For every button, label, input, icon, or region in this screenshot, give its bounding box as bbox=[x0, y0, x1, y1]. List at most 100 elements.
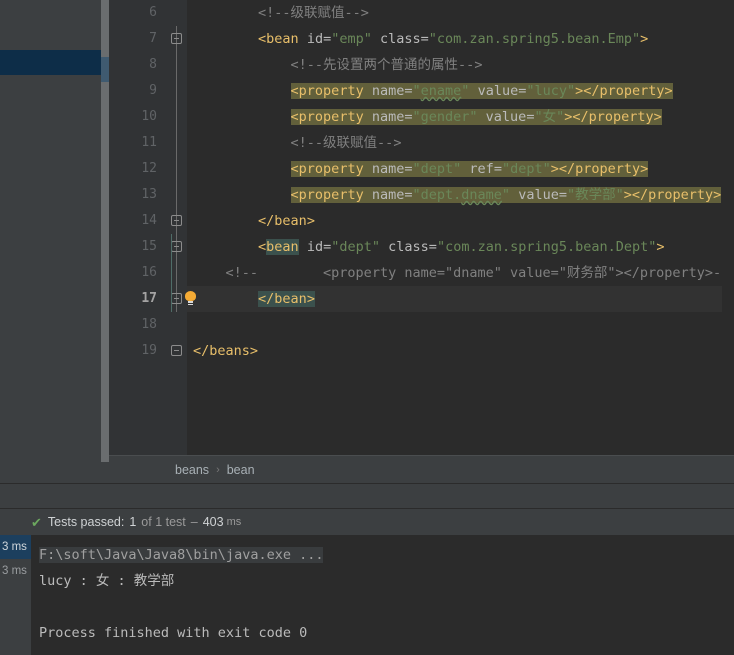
code-line[interactable]: <property name="dept" ref="dept"></prope… bbox=[187, 156, 734, 182]
project-row[interactable] bbox=[0, 0, 101, 25]
code-line[interactable]: </bean> bbox=[171, 286, 734, 312]
console-command-text: F:\soft\Java\Java8\bin\java.exe ... bbox=[39, 547, 324, 563]
fold-region-line bbox=[176, 52, 177, 78]
line-number[interactable]: 11 bbox=[109, 130, 165, 156]
tests-passed-count: 1 bbox=[129, 515, 137, 529]
test-timing-column[interactable]: 3 ms 3 ms bbox=[0, 535, 31, 655]
check-icon: ✔ bbox=[31, 514, 42, 530]
line-number[interactable]: 13 bbox=[109, 182, 165, 208]
fold-collapse-icon[interactable] bbox=[171, 241, 182, 252]
project-row[interactable] bbox=[0, 75, 101, 100]
line-number[interactable]: 12 bbox=[109, 156, 165, 182]
project-scrollbar[interactable] bbox=[101, 0, 109, 462]
line-number[interactable]: 16 bbox=[109, 260, 165, 286]
fold-collapse-icon[interactable] bbox=[171, 33, 182, 44]
property-highlight: <property name="dept.dname" value="教学部">… bbox=[290, 187, 722, 203]
fold-gutter-cell[interactable] bbox=[165, 234, 187, 260]
tests-duration-value: 403 bbox=[202, 515, 224, 529]
line-number-label: 17 bbox=[141, 291, 157, 306]
line-number[interactable]: 14 bbox=[109, 208, 165, 234]
fold-end-icon[interactable] bbox=[171, 215, 182, 226]
fold-region-line bbox=[176, 78, 177, 104]
test-timing-cell[interactable]: 3 ms bbox=[0, 535, 31, 559]
line-number-label: 18 bbox=[141, 317, 157, 332]
code-line[interactable]: <!--级联赋值--> bbox=[187, 0, 734, 26]
code-editor[interactable]: 6 7 8 9 10 11 12 13 14 15 16 17 18 19 <!--级联赋值--> <be… bbox=[109, 0, 734, 455]
matched-tag-highlight: </bean> bbox=[258, 291, 315, 307]
fold-region-line bbox=[176, 182, 177, 208]
fold-gutter-cell[interactable] bbox=[165, 26, 187, 52]
fold-gutter-cell[interactable] bbox=[165, 104, 187, 130]
console-output[interactable]: F:\soft\Java\Java8\bin\java.exe ... lucy … bbox=[31, 535, 734, 655]
line-number[interactable]: 19 bbox=[109, 338, 165, 364]
code-line[interactable]: <!--级联赋值--> bbox=[187, 130, 734, 156]
code-line[interactable]: <property name="gender" value="女"></prop… bbox=[187, 104, 734, 130]
project-row-selected[interactable] bbox=[0, 50, 101, 75]
console-output-line: lucy : 女 : 教学部 bbox=[39, 573, 175, 589]
fold-end-icon[interactable] bbox=[171, 345, 182, 356]
code-line[interactable]: </beans> bbox=[187, 338, 734, 364]
line-number-label: 12 bbox=[141, 161, 157, 176]
code-line[interactable]: <bean id="dept" class="com.zan.spring5.b… bbox=[171, 234, 734, 260]
code-line[interactable]: <bean id="emp" class="com.zan.spring5.be… bbox=[187, 26, 734, 52]
indent-guide bbox=[171, 286, 172, 312]
breadcrumb[interactable]: beans › bean bbox=[109, 455, 734, 483]
line-number-label: 10 bbox=[141, 109, 157, 124]
fold-gutter-cell[interactable] bbox=[165, 208, 187, 234]
divider bbox=[0, 483, 734, 484]
fold-region-line bbox=[176, 156, 177, 182]
project-row[interactable] bbox=[0, 100, 101, 125]
line-number-label: 7 bbox=[149, 31, 157, 46]
line-number-gutter[interactable]: 6 7 8 9 10 11 12 13 14 15 16 17 18 19 bbox=[109, 0, 165, 455]
code-line[interactable] bbox=[187, 312, 734, 338]
status-dash: – bbox=[190, 515, 198, 529]
breadcrumb-item-beans[interactable]: beans bbox=[175, 463, 209, 477]
code-line[interactable]: <property name="dept.dname" value="教学部">… bbox=[187, 182, 734, 208]
line-number-label: 13 bbox=[141, 187, 157, 202]
fold-gutter-cell[interactable] bbox=[165, 286, 187, 312]
line-number[interactable]: 18 bbox=[109, 312, 165, 338]
line-number[interactable]: 9 bbox=[109, 78, 165, 104]
fold-gutter-cell[interactable] bbox=[165, 78, 187, 104]
panel-filler bbox=[0, 462, 109, 483]
line-number[interactable]: 8 bbox=[109, 52, 165, 78]
code-line[interactable]: <!-- <property name="dname" value="财务部">… bbox=[171, 260, 734, 286]
test-status-bar: ✔ Tests passed: 1 of 1 test – 403 ms bbox=[0, 509, 734, 535]
line-number-label: 9 bbox=[149, 83, 157, 98]
line-number[interactable]: 15 bbox=[109, 234, 165, 260]
fold-gutter-cell[interactable] bbox=[165, 0, 187, 26]
line-number-label: 6 bbox=[149, 5, 157, 20]
code-line[interactable]: <property name="ename" value="lucy"></pr… bbox=[187, 78, 734, 104]
console-command-line: F:\soft\Java\Java8\bin\java.exe ... bbox=[31, 542, 734, 568]
line-number-label: 8 bbox=[149, 57, 157, 72]
fold-gutter-cell[interactable] bbox=[165, 338, 187, 364]
line-number[interactable]: 17 bbox=[109, 286, 165, 312]
fold-gutter-cell[interactable] bbox=[165, 156, 187, 182]
fold-gutter-cell[interactable] bbox=[165, 260, 187, 286]
fold-end-icon[interactable] bbox=[171, 293, 182, 304]
fold-region-line bbox=[176, 130, 177, 156]
code-folding-gutter[interactable] bbox=[165, 0, 187, 455]
indent-guide bbox=[171, 234, 172, 260]
project-row[interactable] bbox=[0, 25, 101, 50]
line-number-label: 15 bbox=[141, 239, 157, 254]
tests-total-label: of 1 test bbox=[141, 515, 186, 529]
fold-gutter-cell[interactable] bbox=[165, 52, 187, 78]
code-content[interactable]: <!--级联赋值--> <bean id="emp" class="com.za… bbox=[171, 0, 734, 455]
fold-gutter-cell[interactable] bbox=[165, 130, 187, 156]
code-line[interactable]: <!--先设置两个普通的属性--> bbox=[187, 52, 734, 78]
fold-gutter-cell[interactable] bbox=[165, 312, 187, 338]
line-number-label: 16 bbox=[141, 265, 157, 280]
line-number[interactable]: 6 bbox=[109, 0, 165, 26]
indent-guide bbox=[171, 260, 172, 286]
line-number-label: 11 bbox=[141, 135, 157, 150]
project-tool-panel[interactable] bbox=[0, 0, 101, 462]
intention-bulb-icon[interactable] bbox=[185, 291, 196, 305]
line-number[interactable]: 7 bbox=[109, 26, 165, 52]
test-timing-cell[interactable]: 3 ms bbox=[0, 559, 31, 583]
code-line[interactable]: </bean> bbox=[187, 208, 734, 234]
fold-gutter-cell[interactable] bbox=[165, 182, 187, 208]
breadcrumb-item-bean[interactable]: bean bbox=[227, 463, 255, 477]
line-number[interactable]: 10 bbox=[109, 104, 165, 130]
